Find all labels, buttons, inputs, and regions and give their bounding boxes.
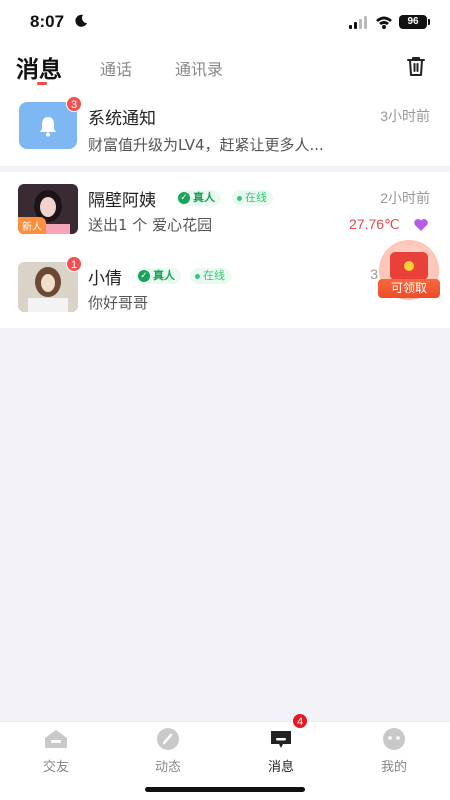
contact-name: 小倩 [88, 269, 122, 289]
status-time: 8:07 [30, 12, 65, 31]
signal-icon [349, 16, 367, 29]
trash-icon [407, 57, 425, 76]
nav-label: 交友 [42, 760, 69, 775]
reward-label: 可领取 [378, 279, 440, 298]
system-notice-preview: 财富值升级为LV4，赶紧让更多人... [88, 136, 324, 154]
system-notice-row[interactable]: 3 系统通知 3小时前 财富值升级为LV4，赶紧让更多人... [0, 94, 450, 166]
conversation-item[interactable]: 新人 隔壁阿姨 ✓ 真人 在线 2小时前 送出1 个 爱心花园 27.76℃ [0, 172, 450, 250]
wifi-icon [376, 16, 392, 29]
moments-icon [157, 728, 179, 750]
home-indicator [145, 787, 305, 792]
online-label: 在线 [245, 191, 267, 204]
contact-name: 隔壁阿姨 [88, 191, 156, 211]
battery-tip [428, 19, 430, 25]
verified-badge: ✓ 真人 [136, 268, 181, 284]
battery-indicator: 96 [399, 15, 427, 29]
nav-messages[interactable]: 消息 4 [225, 713, 337, 782]
nav-label: 动态 [154, 760, 181, 775]
nav-moments[interactable]: 动态 [112, 722, 224, 782]
intimacy-temperature: 27.76℃ [349, 216, 400, 232]
message-icon [271, 731, 291, 748]
bell-icon [40, 116, 56, 136]
avatar[interactable]: 新人 [18, 184, 78, 234]
header: 消息 通话 通讯录 [0, 44, 450, 94]
online-status: 在线 [190, 268, 231, 284]
system-notice-badge: 3 [66, 96, 83, 112]
system-notice-time: 3小时前 [380, 108, 430, 124]
online-dot-icon [237, 195, 242, 201]
conversation-preview: 你好哥哥 [88, 294, 149, 312]
moon-icon [75, 14, 87, 27]
tab-contacts[interactable]: 通讯录 [175, 56, 223, 80]
conversation-preview: 送出1 个 爱心花园 [88, 216, 213, 234]
nav-label: 消息 [267, 760, 294, 775]
avatar-new-tag: 新人 [18, 217, 46, 234]
online-status: 在线 [232, 190, 273, 206]
verified-badge: ✓ 真人 [176, 190, 221, 206]
status-bar: 8:07 96 [0, 0, 450, 44]
online-dot-icon [195, 273, 200, 279]
reward-claim-button[interactable]: 可领取 [377, 240, 441, 300]
clear-messages-button[interactable] [402, 52, 430, 80]
nav-label: 我的 [380, 760, 407, 775]
verified-label: 真人 [193, 191, 215, 204]
online-label: 在线 [203, 269, 225, 282]
conversation-time: 2小时前 [380, 190, 430, 206]
red-envelope-icon [390, 252, 428, 280]
nav-profile[interactable]: 我的 [338, 722, 450, 782]
nav-friends[interactable]: 交友 [0, 722, 112, 782]
system-notice-title: 系统通知 [88, 109, 156, 129]
tab-calls[interactable]: 通话 [100, 56, 132, 80]
heart-icon [414, 219, 428, 231]
verified-label: 真人 [153, 269, 175, 282]
verified-check-icon: ✓ [138, 270, 150, 282]
friends-icon [45, 730, 67, 748]
tab-active-indicator [37, 82, 47, 85]
verified-check-icon: ✓ [178, 192, 190, 204]
unread-badge: 1 [66, 256, 83, 272]
nav-messages-badge: 4 [292, 713, 309, 729]
tab-messages[interactable]: 消息 [16, 50, 62, 84]
profile-icon [383, 728, 405, 750]
